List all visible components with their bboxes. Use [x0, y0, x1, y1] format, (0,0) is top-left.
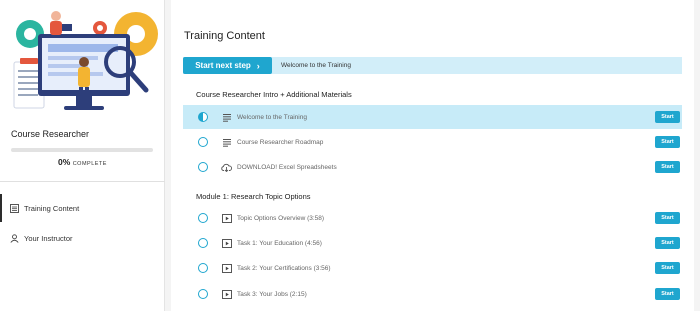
- section-title: Course Researcher Intro + Additional Mat…: [196, 90, 352, 99]
- sidebar-divider: [0, 181, 165, 182]
- start-button[interactable]: Start: [655, 237, 680, 249]
- text-icon: [221, 112, 232, 122]
- next-step-caption: Welcome to the Training: [281, 62, 351, 69]
- page-title: Training Content: [184, 30, 265, 42]
- progress-bar: [11, 148, 153, 152]
- progress-complete-label: COMPLETE: [72, 161, 107, 167]
- not-started-status-icon: [198, 238, 208, 248]
- next-step-bar: Start next step › Welcome to the Trainin…: [183, 57, 682, 74]
- download-icon: [221, 162, 232, 172]
- start-next-step-button[interactable]: Start next step ›: [183, 57, 272, 74]
- start-button[interactable]: Start: [655, 111, 680, 123]
- scrollbar[interactable]: [694, 0, 700, 311]
- start-button[interactable]: Start: [655, 212, 680, 224]
- not-started-status-icon: [198, 162, 208, 172]
- lesson-row[interactable]: Task 2: Your Certifications (3:56) Start: [183, 256, 682, 280]
- in-progress-status-icon: [198, 112, 208, 122]
- lesson-title: Topic Options Overview (3:58): [237, 214, 325, 222]
- not-started-status-icon: [198, 213, 208, 223]
- user-icon: [10, 233, 19, 243]
- lesson-title: Task 1: Your Education (4:56): [237, 239, 322, 247]
- content-panel: Training Content Start next step › Welco…: [171, 0, 694, 311]
- lesson-row[interactable]: Task 1: Your Education (4:56) Start: [183, 231, 682, 255]
- course-illustration: [13, 11, 158, 110]
- lesson-title: Task 2: Your Certifications (3:56): [237, 264, 331, 272]
- course-title: Course Researcher: [11, 129, 90, 139]
- start-button[interactable]: Start: [655, 262, 680, 274]
- not-started-status-icon: [198, 289, 208, 299]
- sidebar-item-label: Training Content: [24, 203, 80, 213]
- text-icon: [221, 137, 232, 147]
- start-next-step-label: Start next step: [195, 61, 251, 70]
- start-button[interactable]: Start: [655, 136, 680, 148]
- not-started-status-icon: [198, 263, 208, 273]
- video-icon: [221, 263, 232, 273]
- progress-label: 0% COMPLETE: [0, 157, 165, 167]
- main-content: Training Content Start next step › Welco…: [165, 0, 700, 311]
- sidebar-item-your-instructor[interactable]: Your Instructor: [0, 224, 165, 252]
- lesson-row[interactable]: Welcome to the Training Start: [183, 105, 682, 129]
- chevron-right-icon: ›: [256, 60, 260, 71]
- lesson-row[interactable]: DOWNLOAD! Excel Spreadsheets Start: [183, 155, 682, 179]
- video-icon: [221, 238, 232, 248]
- sidebar-item-label: Your Instructor: [24, 233, 73, 243]
- not-started-status-icon: [198, 137, 208, 147]
- section-title: Module 1: Research Topic Options: [196, 192, 311, 201]
- lesson-title: Task 3: Your Jobs (2:15): [237, 290, 307, 298]
- sidebar: Course Researcher 0% COMPLETE Training C…: [0, 0, 165, 311]
- start-button[interactable]: Start: [655, 288, 680, 300]
- progress-percent: 0%: [58, 157, 71, 167]
- lesson-title: Welcome to the Training: [237, 113, 307, 121]
- video-icon: [221, 289, 232, 299]
- lesson-title: DOWNLOAD! Excel Spreadsheets: [237, 163, 337, 171]
- lesson-title: Course Researcher Roadmap: [237, 138, 324, 146]
- start-button[interactable]: Start: [655, 161, 680, 173]
- lesson-row[interactable]: Course Researcher Roadmap Start: [183, 130, 682, 154]
- sidebar-item-training-content[interactable]: Training Content: [0, 194, 165, 222]
- lesson-row[interactable]: Topic Options Overview (3:58) Start: [183, 206, 682, 230]
- video-icon: [221, 213, 232, 223]
- list-icon: [10, 203, 19, 213]
- lesson-row[interactable]: Task 3: Your Jobs (2:15) Start: [183, 282, 682, 306]
